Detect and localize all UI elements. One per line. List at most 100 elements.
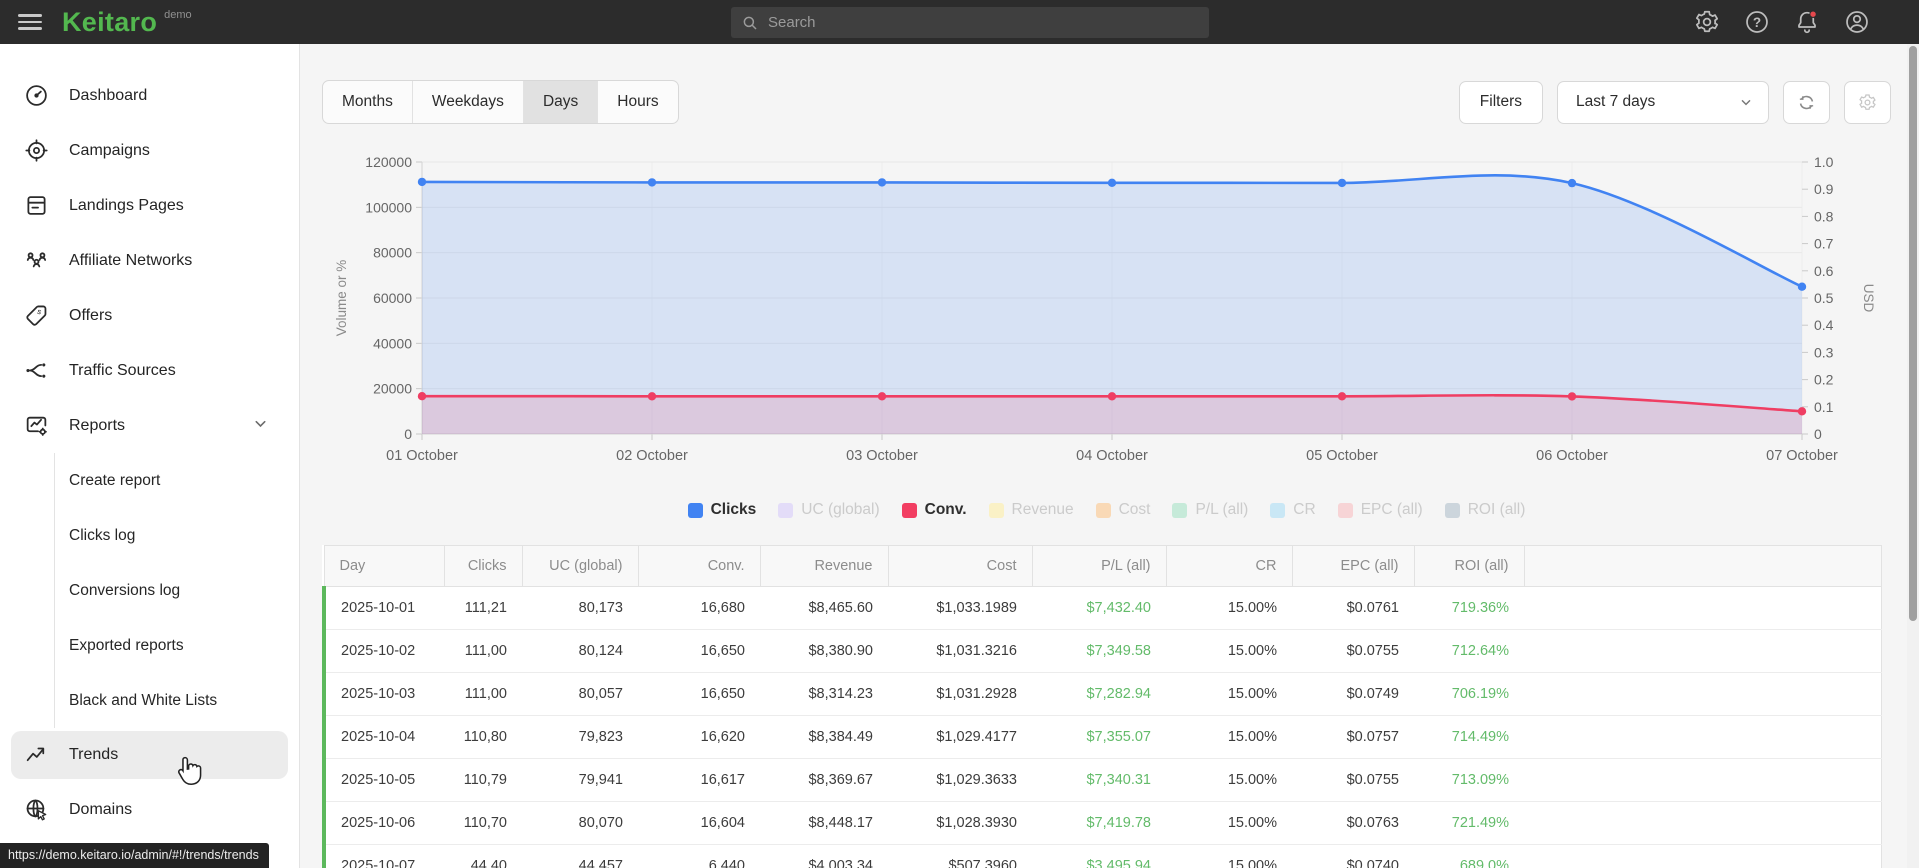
- gear-icon: [1859, 93, 1876, 110]
- cell-revenue: $8,465.60: [760, 586, 888, 630]
- svg-text:03 October: 03 October: [846, 448, 918, 464]
- date-range-select[interactable]: Last 7 days: [1557, 80, 1769, 124]
- cell-epc-all: $0.0740: [1292, 844, 1414, 868]
- table-row: 2025-10-03 111,00 80,057 16,650 $8,314.23 $1,…: [322, 672, 1882, 716]
- refresh-button[interactable]: [1783, 80, 1830, 124]
- svg-text:USD: USD: [1861, 284, 1876, 313]
- sidebar-item-landings-pages[interactable]: Landings Pages: [0, 178, 299, 233]
- legend-swatch: [901, 502, 917, 518]
- cell-cr: 15.00%: [1166, 758, 1292, 802]
- cell-clicks: 110,70: [444, 801, 522, 845]
- sidebar-item-label: Trends: [69, 746, 119, 763]
- toolbar: Months Weekdays Days Hours Filters Last 7 d…: [322, 80, 1891, 124]
- cell-cr: 15.00%: [1166, 672, 1292, 716]
- svg-text:0.5: 0.5: [1814, 290, 1834, 306]
- sidebar-item-dashboard[interactable]: Dashboard: [0, 68, 299, 123]
- cell-conv: 16,650: [638, 629, 760, 673]
- sidebar-item-label: Domains: [69, 800, 133, 818]
- legend-label: Clicks: [710, 501, 757, 518]
- legend-swatch: [988, 502, 1004, 518]
- cell-epc-all: $0.0749: [1292, 672, 1414, 716]
- sidebar-item-traffic-sources[interactable]: Traffic Sources: [0, 343, 299, 398]
- sidebar-subitem-create-report[interactable]: Create report: [55, 453, 299, 508]
- filters-button[interactable]: Filters: [1458, 80, 1543, 124]
- sidebar-subitem-conversions-log[interactable]: Conversions log: [55, 563, 299, 618]
- sidebar: Dashboard Campaigns Landings Pages Affil…: [0, 44, 300, 868]
- sidebar-item-reports[interactable]: Reports: [0, 398, 299, 453]
- trends-chart: 0 20000 40000 60000 80000 100000 120000 0 0.1 0.2…: [322, 148, 1891, 493]
- legend-item-cr[interactable]: CR: [1270, 501, 1316, 519]
- legend-item-cost[interactable]: Cost: [1095, 501, 1150, 519]
- tab-days[interactable]: Days: [523, 81, 599, 123]
- svg-text:0.7: 0.7: [1814, 236, 1834, 252]
- svg-text:100000: 100000: [365, 199, 412, 215]
- legend-label: ROI (all): [1467, 501, 1526, 518]
- topbar-icons: ?: [1694, 0, 1871, 44]
- legend-item-clicks[interactable]: Clicks: [687, 501, 757, 519]
- sidebar-subitem-black-and-white-lists[interactable]: Black and White Lists: [55, 673, 299, 728]
- legend-item-conv[interactable]: Conv.: [901, 501, 967, 519]
- svg-text:40000: 40000: [373, 335, 412, 351]
- legend-item-roi-all[interactable]: ROI (all): [1444, 501, 1526, 519]
- offers-icon: s: [24, 303, 49, 328]
- sidebar-item-label: Traffic Sources: [69, 361, 176, 379]
- column-header-epc-all: EPC (all): [1292, 545, 1415, 587]
- sidebar-item-label: Reports: [69, 416, 126, 434]
- legend-item-revenue[interactable]: Revenue: [988, 501, 1074, 519]
- sidebar-item-campaigns[interactable]: Campaigns: [0, 123, 299, 178]
- legend-item-p-l-all[interactable]: P/L (all): [1172, 501, 1248, 519]
- sidebar-item-domains[interactable]: Domains: [0, 782, 299, 837]
- cell-filler: [1524, 758, 1882, 802]
- cell-day: 2025-10-01: [322, 586, 444, 630]
- search-input[interactable]: [768, 14, 1199, 31]
- cell-p-l-all: $7,432.40: [1032, 586, 1166, 630]
- cell-conv: 16,620: [638, 715, 760, 759]
- keitaro-logo[interactable]: Keitaro: [62, 7, 157, 38]
- cell-conv: 16,617: [638, 758, 760, 802]
- sidebar-subitem-exported-reports[interactable]: Exported reports: [55, 618, 299, 673]
- scrollbar-thumb[interactable]: [1909, 46, 1917, 621]
- help-icon[interactable]: ?: [1744, 9, 1771, 36]
- settings-icon[interactable]: [1694, 9, 1721, 36]
- column-header-conv: Conv.: [638, 545, 761, 587]
- cell-p-l-all: $3,495.94: [1032, 844, 1166, 868]
- notifications-icon[interactable]: [1794, 9, 1821, 36]
- account-icon[interactable]: [1844, 9, 1871, 36]
- cell-uc-global: 80,124: [522, 629, 638, 673]
- svg-text:s: s: [36, 307, 43, 317]
- sidebar-item-trends[interactable]: Trends: [11, 731, 288, 779]
- sidebar-item-affiliate-networks[interactable]: Affiliate Networks: [0, 233, 299, 288]
- tab-months[interactable]: Months: [323, 81, 413, 123]
- cell-cost: $1,033.1989: [888, 586, 1032, 630]
- tab-weekdays[interactable]: Weekdays: [413, 81, 524, 123]
- search-bar[interactable]: [731, 7, 1209, 38]
- hamburger-menu-icon[interactable]: [18, 10, 42, 35]
- cell-revenue: $8,448.17: [760, 801, 888, 845]
- cell-filler: [1524, 801, 1882, 845]
- legend-item-uc-global[interactable]: UC (global): [778, 501, 880, 519]
- table-row: 2025-10-06 110,70 80,070 16,604 $8,448.17 $1,…: [322, 801, 1882, 845]
- dashboard-icon: [24, 83, 49, 108]
- legend-item-epc-all[interactable]: EPC (all): [1337, 501, 1423, 519]
- cell-cost: $1,031.3216: [888, 629, 1032, 673]
- landings-icon: [24, 193, 49, 218]
- sidebar-subitem-clicks-log[interactable]: Clicks log: [55, 508, 299, 563]
- cell-p-l-all: $7,282.94: [1032, 672, 1166, 716]
- tab-hours[interactable]: Hours: [598, 81, 677, 123]
- cell-roi-all: 714.49%: [1414, 715, 1524, 759]
- cell-cost: $1,028.3930: [888, 801, 1032, 845]
- svg-text:06 October: 06 October: [1536, 448, 1608, 464]
- cell-filler: [1524, 586, 1882, 630]
- trends-table: Day Clicks UC (global) Conv. Revenue Cost P/L …: [322, 545, 1882, 868]
- sidebar-item-offers[interactable]: s Offers: [0, 288, 299, 343]
- column-header-p-l-all: P/L (all): [1032, 545, 1167, 587]
- cell-uc-global: 79,941: [522, 758, 638, 802]
- cell-uc-global: 79,823: [522, 715, 638, 759]
- svg-text:60000: 60000: [373, 290, 412, 306]
- trends-icon: [24, 743, 49, 768]
- chart-settings-button[interactable]: [1844, 80, 1891, 124]
- cell-roi-all: 689.0%: [1414, 844, 1524, 868]
- cell-cr: 15.00%: [1166, 586, 1292, 630]
- cell-roi-all: 713.09%: [1414, 758, 1524, 802]
- svg-text:0.6: 0.6: [1814, 263, 1834, 279]
